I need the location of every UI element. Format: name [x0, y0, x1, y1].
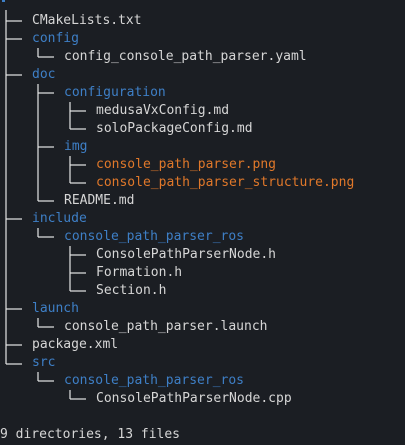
file-cmakelists[interactable]: CMakeLists.txt	[32, 12, 142, 30]
file-readme[interactable]: README.md	[64, 192, 134, 210]
file-section-header[interactable]: Section.h	[96, 282, 166, 300]
file-png-parser[interactable]: console_path_parser.png	[96, 156, 276, 174]
dir-img[interactable]: img	[64, 138, 87, 156]
dir-src-pkg[interactable]: console_path_parser_ros	[64, 372, 244, 390]
file-package-xml[interactable]: package.xml	[32, 336, 118, 354]
dir-launch[interactable]: launch	[32, 300, 79, 318]
file-png-structure[interactable]: console_path_parser_structure.png	[96, 174, 354, 192]
file-solo-config[interactable]: soloPackageConfig.md	[96, 120, 253, 138]
file-formation-header[interactable]: Formation.h	[96, 264, 182, 282]
dir-config[interactable]: config	[32, 30, 79, 48]
dir-include-pkg[interactable]: console_path_parser_ros	[64, 228, 244, 246]
tree-summary: 9 directories, 13 files	[0, 427, 181, 442]
dir-doc[interactable]: doc	[32, 66, 55, 84]
dir-configuration[interactable]: configuration	[64, 84, 166, 102]
file-config-yaml[interactable]: config_console_path_parser.yaml	[64, 48, 307, 66]
terminal-window: CMakeLists.txt config config_console_pat…	[0, 0, 405, 445]
file-medusa-config[interactable]: medusaVxConfig.md	[96, 102, 229, 120]
file-node-header[interactable]: ConsolePathParserNode.h	[96, 246, 276, 264]
dir-src[interactable]: src	[32, 354, 55, 372]
file-launch[interactable]: console_path_parser.launch	[64, 318, 268, 336]
dir-include[interactable]: include	[32, 210, 87, 228]
file-node-source[interactable]: ConsolePathParserNode.cpp	[96, 390, 292, 408]
